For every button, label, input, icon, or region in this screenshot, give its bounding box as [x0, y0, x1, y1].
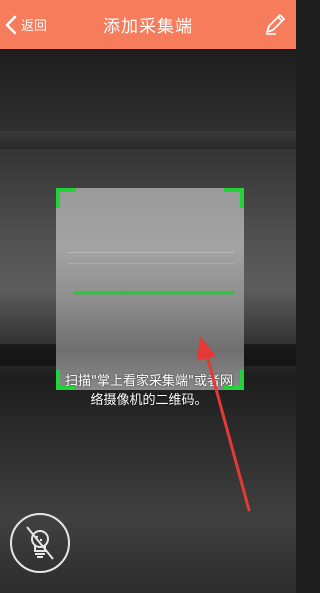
app-header: 返回 添加采集端	[0, 0, 296, 49]
page-title: 添加采集端	[103, 17, 193, 37]
scan-hint: 扫描"掌上看家采集端"或者网 络摄像机的二维码。	[46, 372, 252, 410]
chevron-left-icon	[5, 15, 17, 34]
frame-corner-top-left	[56, 188, 76, 208]
back-button[interactable]: 返回	[4, 0, 47, 49]
frame-corner-top-right	[224, 188, 244, 208]
flashlight-off-icon	[26, 526, 54, 560]
back-label: 返回	[21, 19, 48, 34]
scan-line	[74, 292, 234, 294]
pencil-icon[interactable]	[262, 11, 288, 37]
camera-texture	[0, 131, 296, 149]
scan-hint-line1: 扫描"掌上看家采集端"或者网	[65, 374, 233, 389]
qr-scan-frame	[56, 188, 244, 390]
flashlight-toggle[interactable]	[10, 513, 70, 573]
scan-hint-line2: 络摄像机的二维码。	[90, 393, 208, 408]
camera-texture	[68, 252, 234, 264]
